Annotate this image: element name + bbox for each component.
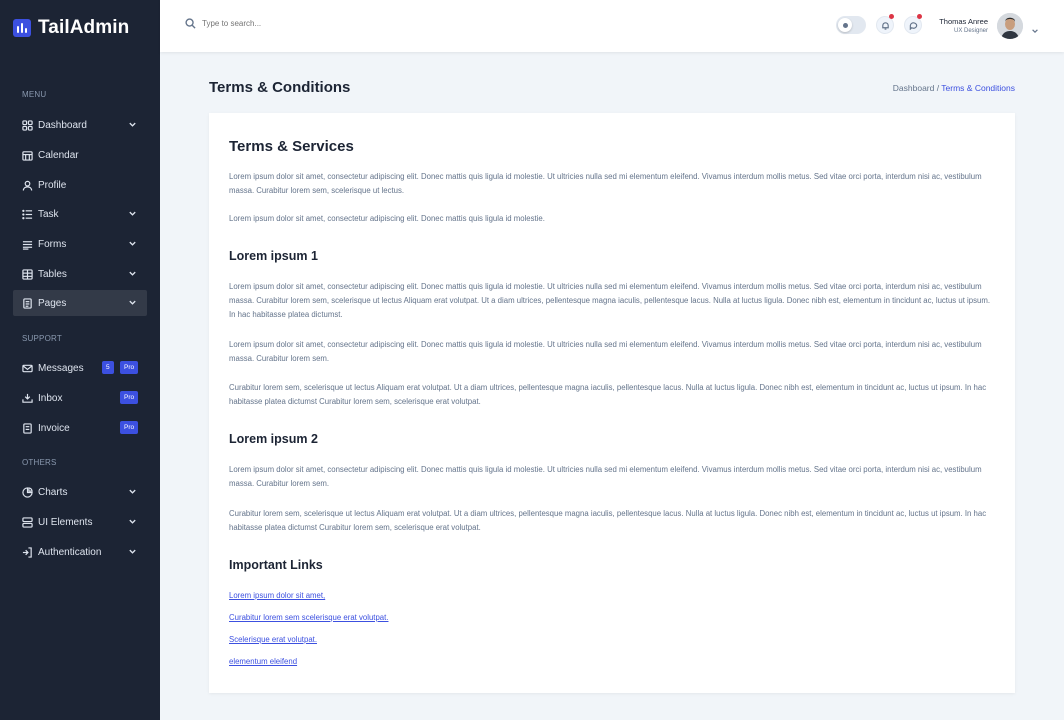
chevron-down-icon: [128, 239, 137, 248]
layers-icon: [22, 516, 33, 528]
form-icon: [22, 239, 33, 250]
sidebar-item-label: Invoice: [38, 422, 70, 434]
search-input[interactable]: [202, 19, 402, 28]
sidebar-item-label: Forms: [38, 238, 67, 250]
paragraph: Lorem ipsum dolor sit amet, consectetur …: [229, 465, 982, 488]
important-link[interactable]: Curabitur lorem sem scelerisque erat vol…: [229, 613, 388, 622]
avatar[interactable]: [997, 13, 1023, 39]
chevron-down-icon: [128, 209, 137, 218]
sidebar-item-label: Messages: [38, 362, 84, 374]
paragraph: Lorem ipsum dolor sit amet, consectetur …: [229, 172, 982, 195]
paragraph: Lorem ipsum dolor sit amet, consectetur …: [229, 340, 982, 363]
sidebar-item-label: Profile: [38, 179, 67, 191]
sidebar-item-messages[interactable]: Messages 5 Pro: [13, 355, 147, 381]
section-label-support: SUPPORT: [22, 334, 62, 343]
sidebar-item-dashboard[interactable]: Dashboard: [13, 112, 147, 138]
sidebar-item-pages[interactable]: Pages: [13, 290, 147, 316]
heading-terms-services: Terms & Services: [229, 138, 354, 155]
chevron-down-icon: [128, 269, 137, 278]
invoice-icon: [22, 422, 33, 434]
user-role: UX Designer: [953, 28, 988, 34]
sidebar-item-ui-elements[interactable]: UI Elements: [13, 509, 147, 535]
inbox-icon: [22, 393, 33, 404]
sidebar-item-label: Tables: [38, 268, 67, 280]
search-icon[interactable]: [185, 18, 196, 29]
chevron-down-icon[interactable]: [1031, 22, 1039, 34]
list-icon: [22, 209, 33, 220]
sidebar-item-tables[interactable]: Tables: [13, 261, 147, 287]
count-badge: 5: [102, 361, 114, 374]
grid-icon: [22, 119, 33, 131]
sidebar-item-invoice[interactable]: Invoice Pro: [13, 415, 147, 441]
notification-dot: [889, 14, 894, 19]
sidebar-item-task[interactable]: Task: [13, 201, 147, 227]
section-label-others: OTHERS: [22, 458, 57, 467]
sidebar-item-label: Task: [38, 208, 59, 220]
paragraph: Lorem ipsum dolor sit amet, consectetur …: [229, 214, 545, 223]
important-link[interactable]: Scelerisque erat volutpat.: [229, 635, 317, 644]
heading-important-links: Important Links: [229, 558, 323, 572]
sun-icon: [842, 22, 848, 28]
brand[interactable]: TailAdmin: [0, 0, 160, 56]
heading-lorem-ipsum-1: Lorem ipsum 1: [229, 249, 318, 263]
page-title: Terms & Conditions: [209, 79, 351, 96]
chevron-down-icon: [128, 487, 137, 496]
chevron-down-icon: [128, 547, 137, 556]
brand-name: TailAdmin: [38, 17, 130, 38]
important-link[interactable]: elementum eleifend: [229, 657, 297, 666]
dark-mode-toggle[interactable]: [836, 16, 866, 34]
logo-icon: [13, 19, 31, 37]
sidebar-item-label: Charts: [38, 486, 68, 498]
user-icon: [22, 180, 33, 191]
breadcrumb-parent[interactable]: Dashboard /: [893, 83, 939, 93]
toggle-knob: [838, 18, 852, 32]
sidebar-item-label: Inbox: [38, 392, 63, 404]
sidebar-item-charts[interactable]: Charts: [13, 479, 147, 505]
section-label-menu: MENU: [22, 90, 47, 99]
content-card: Terms & Services Lorem ipsum dolor sit a…: [209, 113, 1015, 693]
sidebar-item-profile[interactable]: Profile: [13, 172, 147, 198]
sidebar-item-label: Authentication: [38, 546, 102, 558]
pro-badge: Pro: [120, 421, 139, 434]
paragraph: Curabitur lorem sem, scelerisque ut lect…: [229, 383, 987, 406]
page-icon: [22, 297, 33, 309]
paragraph: Lorem ipsum dolor sit amet, consectetur …: [229, 282, 991, 319]
heading-lorem-ipsum-2: Lorem ipsum 2: [229, 432, 318, 446]
sidebar-item-authentication[interactable]: Authentication: [13, 539, 147, 565]
sidebar-item-label: UI Elements: [38, 516, 93, 528]
pro-badge: Pro: [120, 391, 139, 404]
sidebar-item-forms[interactable]: Forms: [13, 231, 147, 257]
login-icon: [22, 546, 33, 558]
breadcrumb-current: Terms & Conditions: [941, 83, 1015, 93]
sidebar-item-label: Pages: [38, 297, 67, 309]
chevron-down-icon: [128, 517, 137, 526]
chat-icon: [909, 21, 917, 30]
pro-badge: Pro: [120, 361, 139, 374]
sidebar-item-calendar[interactable]: Calendar: [13, 142, 147, 168]
calendar-icon: [22, 150, 33, 161]
bell-icon: [881, 21, 889, 30]
breadcrumb: Dashboard / Terms & Conditions: [893, 83, 1015, 93]
notification-button[interactable]: [876, 14, 894, 34]
sidebar: TailAdmin MENU Dashboard Calendar Profil…: [0, 0, 160, 720]
sidebar-item-label: Calendar: [38, 149, 79, 161]
chevron-down-icon: [128, 298, 137, 307]
sidebar-item-label: Dashboard: [38, 119, 87, 131]
header: Thomas Anree UX Designer: [160, 0, 1064, 52]
search-bar[interactable]: [185, 18, 402, 29]
sidebar-item-inbox[interactable]: Inbox Pro: [13, 385, 147, 411]
mail-icon: [22, 363, 33, 374]
pie-chart-icon: [22, 486, 33, 498]
paragraph: Curabitur lorem sem, scelerisque ut lect…: [229, 509, 987, 532]
chevron-down-icon: [128, 120, 137, 129]
important-link[interactable]: Lorem ipsum dolor sit amet,: [229, 591, 325, 600]
user-name[interactable]: Thomas Anree: [920, 17, 988, 26]
table-icon: [22, 268, 33, 280]
